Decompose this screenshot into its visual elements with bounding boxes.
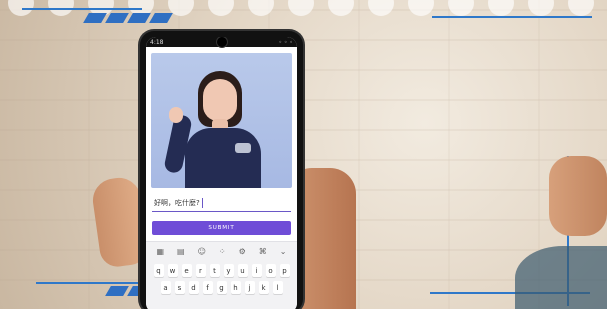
sleeve xyxy=(515,246,607,309)
shirt-logo xyxy=(235,143,251,153)
decor-dot xyxy=(368,0,394,16)
key-e[interactable]: e xyxy=(181,264,192,277)
decor-dot xyxy=(408,0,434,16)
key-a[interactable]: a xyxy=(160,281,171,294)
background-scene: 4:18 ◦ ◦ ◦ 好啊，吃什麼? SUBMIT ▦ ▤ ☺ ⁘ ⚙ ⌘ ⌄ … xyxy=(0,0,607,309)
frame-top-left xyxy=(22,8,142,10)
frame-top-right xyxy=(432,16,592,18)
key-h[interactable]: h xyxy=(230,281,241,294)
decor-dot xyxy=(448,0,474,16)
message-input[interactable]: 好啊，吃什麼? xyxy=(152,195,291,212)
sign-avatar-video[interactable] xyxy=(151,53,292,188)
key-f[interactable]: f xyxy=(202,281,213,294)
emoji-icon[interactable]: ☺ xyxy=(198,247,206,256)
key-y[interactable]: y xyxy=(223,264,234,277)
key-u[interactable]: u xyxy=(237,264,248,277)
decor-dot xyxy=(248,0,274,16)
keyboard-row-1: q w e r t y u i o p xyxy=(146,264,297,277)
message-input-text: 好啊，吃什麼? xyxy=(154,199,200,207)
key-r[interactable]: r xyxy=(195,264,206,277)
key-i[interactable]: i xyxy=(251,264,262,277)
key-o[interactable]: o xyxy=(265,264,276,277)
key-w[interactable]: w xyxy=(167,264,178,277)
phone: 4:18 ◦ ◦ ◦ 好啊，吃什麼? SUBMIT ▦ ▤ ☺ ⁘ ⚙ ⌘ ⌄ … xyxy=(140,31,303,309)
keyboard: ▦ ▤ ☺ ⁘ ⚙ ⌘ ⌄ q w e r t y u i o p a s d … xyxy=(146,241,297,309)
key-p[interactable]: p xyxy=(279,264,290,277)
key-l[interactable]: l xyxy=(272,281,283,294)
key-q[interactable]: q xyxy=(153,264,164,277)
keyboard-tool-icon[interactable]: ⌘ xyxy=(259,247,267,256)
text-caret xyxy=(201,198,203,208)
key-s[interactable]: s xyxy=(174,281,185,294)
decor-dot xyxy=(288,0,314,16)
decor-dot xyxy=(528,0,554,16)
key-k[interactable]: k xyxy=(258,281,269,294)
keyboard-tool-icon[interactable]: ▤ xyxy=(177,247,185,256)
submit-button[interactable]: SUBMIT xyxy=(152,221,291,235)
phone-screen: 4:18 ◦ ◦ ◦ 好啊，吃什麼? SUBMIT ▦ ▤ ☺ ⁘ ⚙ ⌘ ⌄ … xyxy=(146,37,297,309)
status-icons: ◦ ◦ ◦ xyxy=(278,38,293,46)
decor-dot xyxy=(568,0,594,16)
status-time: 4:18 xyxy=(150,38,164,46)
keyboard-toolbar: ▦ ▤ ☺ ⁘ ⚙ ⌘ ⌄ xyxy=(146,242,297,260)
decor-dot xyxy=(208,0,234,16)
settings-icon[interactable]: ⚙ xyxy=(239,247,246,256)
key-t[interactable]: t xyxy=(209,264,220,277)
keyboard-tool-icon[interactable]: ▦ xyxy=(156,247,164,256)
avatar-head xyxy=(203,79,237,121)
key-d[interactable]: d xyxy=(188,281,199,294)
camera-icon xyxy=(217,37,227,47)
avatar-body xyxy=(185,128,261,188)
key-g[interactable]: g xyxy=(216,281,227,294)
decor-dot xyxy=(328,0,354,16)
keyboard-row-2: a s d f g h j k l xyxy=(146,281,297,294)
avatar-hand xyxy=(169,107,183,123)
keyboard-tool-icon[interactable]: ⁘ xyxy=(219,247,226,256)
hand-finger-right xyxy=(549,156,607,236)
key-j[interactable]: j xyxy=(244,281,255,294)
decor-dot xyxy=(488,0,514,16)
chevron-down-icon[interactable]: ⌄ xyxy=(280,247,287,256)
